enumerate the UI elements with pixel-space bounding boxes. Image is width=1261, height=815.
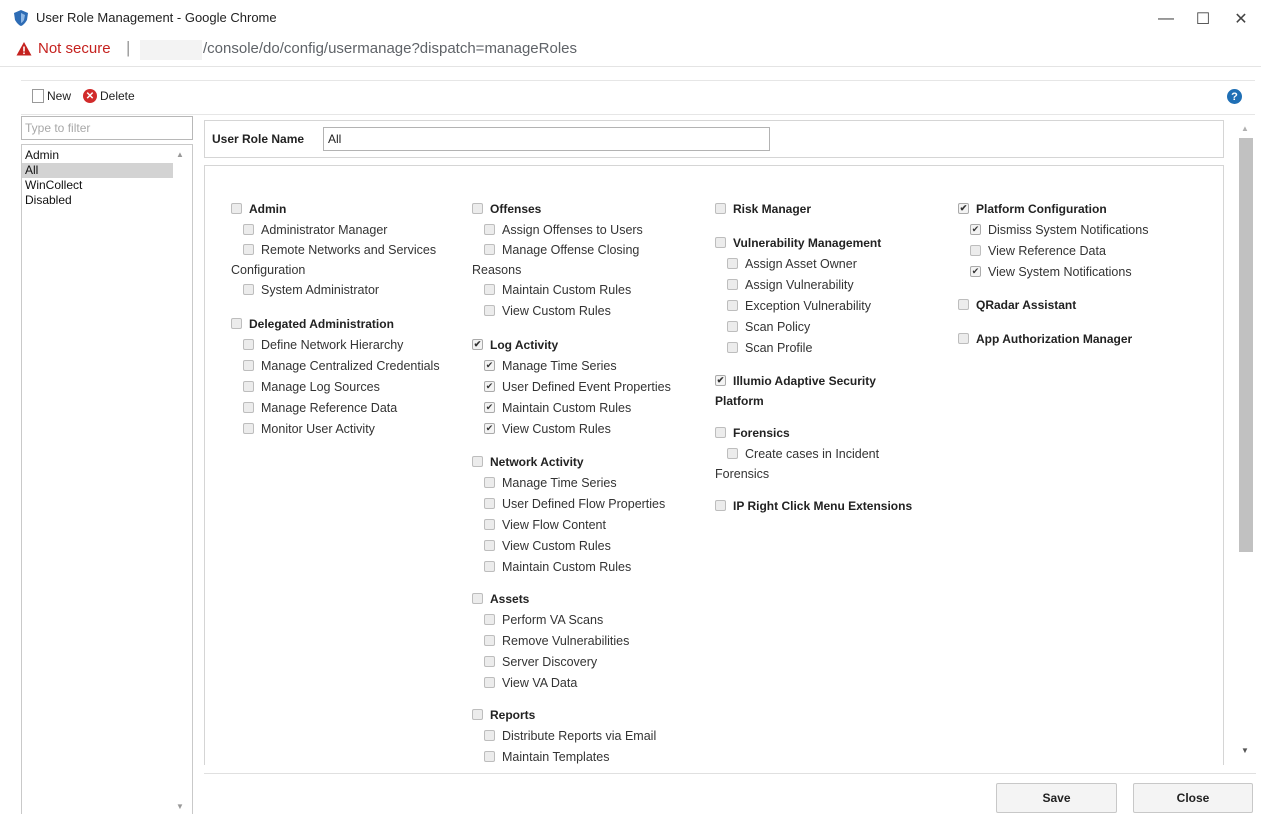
checkbox[interactable] — [727, 342, 738, 353]
checkbox-checked[interactable]: ✔ — [484, 360, 495, 371]
new-document-icon — [32, 89, 44, 103]
redacted-host — [140, 40, 202, 60]
url-text[interactable]: /console/do/config/usermanage?dispatch=m… — [203, 40, 577, 57]
checkbox[interactable] — [472, 709, 483, 720]
window-title: User Role Management - Google Chrome — [36, 10, 277, 25]
new-button-label: New — [47, 89, 72, 103]
save-button[interactable]: Save — [996, 783, 1117, 813]
checkbox[interactable] — [484, 244, 495, 255]
checkbox[interactable] — [715, 500, 726, 511]
checkbox-checked[interactable]: ✔ — [484, 423, 495, 434]
list-scroll-down-icon[interactable]: ▼ — [176, 802, 184, 811]
role-item-admin[interactable]: Admin — [22, 148, 173, 163]
checkbox[interactable] — [472, 593, 483, 604]
delete-button[interactable]: ✕ Delete — [83, 88, 135, 104]
checkbox-checked[interactable]: ✔ — [484, 402, 495, 413]
checkbox[interactable] — [231, 203, 242, 214]
checkbox[interactable] — [243, 381, 254, 392]
checkbox[interactable] — [484, 477, 495, 488]
address-separator: | — [126, 38, 131, 57]
checkbox-checked[interactable]: ✔ — [970, 224, 981, 235]
checkbox[interactable] — [484, 305, 495, 316]
role-name-label: User Role Name — [212, 132, 305, 146]
checkbox[interactable] — [484, 540, 495, 551]
checkbox[interactable] — [715, 237, 726, 248]
checkbox[interactable] — [727, 258, 738, 269]
close-button[interactable]: Close — [1133, 783, 1253, 813]
checkbox[interactable] — [243, 224, 254, 235]
new-button[interactable]: New — [32, 88, 71, 104]
toolbar — [21, 80, 1255, 115]
checkbox[interactable] — [484, 677, 495, 688]
shield-icon — [14, 10, 28, 26]
minimize-button[interactable]: — — [1151, 6, 1181, 32]
checkbox[interactable] — [484, 224, 495, 235]
checkbox[interactable] — [484, 519, 495, 530]
checkbox[interactable] — [243, 244, 254, 255]
checkbox[interactable] — [958, 333, 969, 344]
checkbox[interactable] — [484, 635, 495, 646]
checkbox-checked[interactable]: ✔ — [970, 266, 981, 277]
scroll-down-icon[interactable]: ▼ — [1241, 746, 1249, 755]
warning-icon — [16, 42, 32, 56]
checkbox[interactable] — [970, 245, 981, 256]
checkbox[interactable] — [243, 284, 254, 295]
checkbox-checked[interactable]: ✔ — [715, 375, 726, 386]
checkbox-checked[interactable]: ✔ — [472, 339, 483, 350]
delete-button-label: Delete — [100, 89, 135, 103]
checkbox[interactable] — [958, 299, 969, 310]
checkbox[interactable] — [715, 203, 726, 214]
permissions-panel: Admin Administrator Manager Remote Netwo… — [204, 165, 1224, 765]
checkbox[interactable] — [243, 360, 254, 371]
delete-icon: ✕ — [83, 89, 97, 103]
role-name-input[interactable] — [323, 127, 770, 151]
checkbox[interactable] — [484, 751, 495, 762]
help-icon[interactable]: ? — [1227, 89, 1242, 104]
checkbox[interactable] — [484, 561, 495, 572]
maximize-button[interactable]: ☐ — [1188, 6, 1218, 32]
checkbox[interactable] — [243, 423, 254, 434]
checkbox[interactable] — [484, 284, 495, 295]
checkbox[interactable] — [472, 456, 483, 467]
role-item-all[interactable]: All — [22, 163, 173, 178]
checkbox[interactable] — [484, 498, 495, 509]
checkbox[interactable] — [727, 300, 738, 311]
checkbox-checked[interactable]: ✔ — [958, 203, 969, 214]
checkbox[interactable] — [484, 730, 495, 741]
checkbox[interactable] — [715, 427, 726, 438]
checkbox[interactable] — [484, 614, 495, 625]
checkbox[interactable] — [243, 339, 254, 350]
checkbox[interactable] — [484, 656, 495, 667]
list-scroll-up-icon[interactable]: ▲ — [176, 150, 184, 159]
role-list[interactable]: Admin All WinCollect Disabled — [21, 144, 193, 814]
close-window-button[interactable]: ✕ — [1226, 6, 1256, 32]
filter-input[interactable] — [21, 116, 193, 140]
checkbox[interactable] — [727, 321, 738, 332]
checkbox-checked[interactable]: ✔ — [484, 381, 495, 392]
scroll-up-icon[interactable]: ▲ — [1241, 124, 1249, 133]
scrollbar-thumb[interactable] — [1239, 138, 1253, 552]
checkbox[interactable] — [727, 279, 738, 290]
checkbox[interactable] — [243, 402, 254, 413]
security-status[interactable]: Not secure — [38, 40, 111, 57]
checkbox[interactable] — [727, 448, 738, 459]
role-item-disabled[interactable]: Disabled — [22, 193, 173, 208]
checkbox[interactable] — [231, 318, 242, 329]
checkbox[interactable] — [472, 203, 483, 214]
role-item-wincollect[interactable]: WinCollect — [22, 178, 173, 193]
